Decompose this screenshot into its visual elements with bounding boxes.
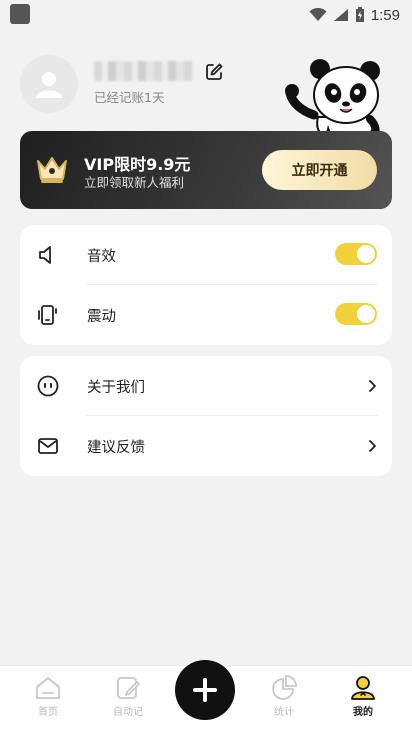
sound-setting-row: 音效 [20, 225, 392, 285]
nav-home[interactable]: 首页 [18, 674, 78, 724]
pie-chart-icon [272, 675, 297, 700]
nav-auto-record[interactable]: 自动记 [98, 674, 158, 724]
toggle-knob [357, 245, 375, 263]
sound-toggle[interactable] [335, 243, 377, 265]
mail-icon [38, 438, 58, 454]
nav-mine[interactable]: 我的 [333, 674, 393, 724]
nav-mine-label: 我的 [353, 707, 373, 718]
sound-label: 音效 [87, 249, 116, 265]
nav-stats[interactable]: 统计 [254, 674, 314, 724]
vibration-label: 震动 [87, 309, 116, 325]
crown-icon [37, 157, 67, 183]
feedback-label: 建议反馈 [87, 440, 145, 456]
phone-vibrate-icon [38, 305, 57, 325]
vip-activate-button[interactable]: 立即开通 [262, 150, 377, 190]
panda-mascot-icon [285, 59, 380, 143]
edit-icon[interactable] [204, 62, 224, 82]
note-edit-icon [117, 677, 140, 699]
about-us-row[interactable]: 关于我们 [20, 356, 392, 416]
smile-face-icon [37, 375, 59, 397]
toggle-knob [357, 305, 375, 323]
wifi-icon [309, 8, 327, 21]
chevron-right-icon [369, 380, 376, 392]
vip-promo-card[interactable]: VIP限时9.9元 立即领取新人福利 立即开通 [20, 131, 392, 209]
chevron-right-icon [369, 440, 376, 452]
username-redacted [94, 61, 194, 81]
nav-home-label: 首页 [38, 707, 58, 718]
status-time: 1:59 [370, 6, 400, 24]
user-icon [36, 72, 62, 98]
status-bar: 1:59 [0, 0, 412, 30]
battery-icon [355, 7, 364, 22]
avatar[interactable] [20, 55, 78, 113]
nav-auto-label: 自动记 [113, 707, 143, 718]
nav-stats-label: 统计 [274, 707, 294, 718]
vibration-setting-row: 震动 [20, 285, 392, 345]
home-icon [36, 677, 60, 699]
days-recorded-text: 已经记账1天 [94, 90, 165, 105]
speaker-icon [39, 246, 51, 264]
signal-icon [333, 9, 348, 21]
add-record-button[interactable] [175, 660, 235, 720]
links-card: 关于我们 建议反馈 [20, 356, 392, 476]
vip-subtitle: 立即领取新人福利 [84, 175, 185, 190]
user-profile-icon [351, 676, 375, 700]
feedback-row[interactable]: 建议反馈 [20, 416, 392, 476]
vibration-toggle[interactable] [335, 303, 377, 325]
status-indicators: 1:59 [309, 4, 400, 26]
about-us-label: 关于我们 [87, 380, 145, 396]
app-notification-icon [10, 4, 30, 24]
plus-icon [193, 678, 217, 702]
settings-card: 音效 震动 [20, 225, 392, 345]
profile-header: 已经记账1天 [20, 55, 392, 143]
